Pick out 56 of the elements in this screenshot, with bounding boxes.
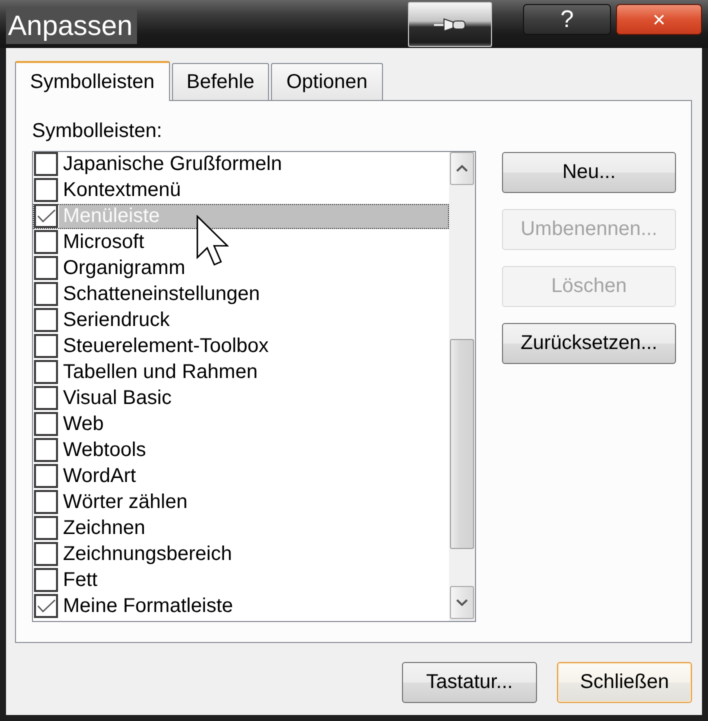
checkbox[interactable]	[34, 230, 58, 254]
checkbox[interactable]	[34, 412, 58, 436]
list-item[interactable]: Microsoft	[59, 230, 449, 255]
scroll-up-button[interactable]	[450, 152, 474, 185]
list-label: Symbolleisten:	[32, 119, 162, 143]
tab[interactable]: Symbolleisten	[15, 61, 170, 101]
list-item[interactable]: Zeichnen	[59, 516, 449, 541]
list-item[interactable]: Web	[59, 412, 449, 437]
list-item[interactable]: Tabellen und Rahmen	[59, 360, 449, 385]
list-item[interactable]: Kontextmenü	[59, 178, 449, 203]
list-item[interactable]: Schatteneinstellungen	[59, 282, 449, 307]
checkmark-icon	[36, 209, 56, 223]
checkbox[interactable]	[34, 360, 58, 384]
checkbox[interactable]	[34, 568, 58, 592]
list-item[interactable]: Seriendruck	[59, 308, 449, 333]
list-item[interactable]: Organigramm	[59, 256, 449, 281]
mouse-pointer-icon	[196, 215, 229, 266]
list-item[interactable]: Zeichnungsbereich	[59, 542, 449, 567]
list-item[interactable]: Fett	[59, 568, 449, 593]
tab[interactable]: Befehle	[172, 63, 270, 100]
dialog-button[interactable]: Neu...	[502, 152, 676, 193]
list-item[interactable]: Visual Basic	[59, 386, 449, 411]
help-button[interactable]: ?	[523, 4, 611, 35]
checkbox[interactable]	[34, 334, 58, 358]
list-item[interactable]: Wörter zählen	[59, 490, 449, 515]
list-item[interactable]: WordArt	[59, 464, 449, 489]
chevron-up-icon	[456, 165, 468, 172]
list-item[interactable]: Webtools	[59, 438, 449, 463]
dialog-button[interactable]: Tastatur...	[402, 662, 537, 703]
checkbox[interactable]	[34, 516, 58, 540]
checkbox[interactable]	[34, 594, 58, 618]
checkbox[interactable]	[34, 204, 58, 228]
checkbox[interactable]	[34, 438, 58, 462]
list-item[interactable]: Japanische Grußformeln	[59, 152, 449, 177]
dialog-button[interactable]: Zurücksetzen...	[502, 323, 676, 364]
checkbox[interactable]	[34, 490, 58, 514]
checkbox[interactable]	[34, 256, 58, 280]
pin-button[interactable]	[408, 2, 492, 47]
checkbox[interactable]	[34, 152, 58, 176]
window-title: Anpassen	[6, 8, 137, 44]
checkbox[interactable]	[34, 542, 58, 566]
dialog-button[interactable]: Schließen	[557, 662, 692, 703]
checkbox[interactable]	[34, 308, 58, 332]
checkbox[interactable]	[34, 386, 58, 410]
list-item[interactable]: Steuerelement-Toolbox	[59, 334, 449, 359]
tab[interactable]: Optionen	[271, 63, 383, 100]
checkbox[interactable]	[34, 464, 58, 488]
close-button[interactable]: ×	[616, 4, 702, 35]
checkbox[interactable]	[34, 282, 58, 306]
pin-icon	[434, 16, 466, 32]
list-item[interactable]: Meine Formatleiste	[59, 594, 449, 619]
chevron-down-icon	[456, 599, 468, 606]
scroll-down-button[interactable]	[450, 586, 474, 619]
scroll-thumb[interactable]	[450, 339, 474, 549]
checkbox[interactable]	[34, 178, 58, 202]
checkmark-icon	[36, 599, 56, 613]
